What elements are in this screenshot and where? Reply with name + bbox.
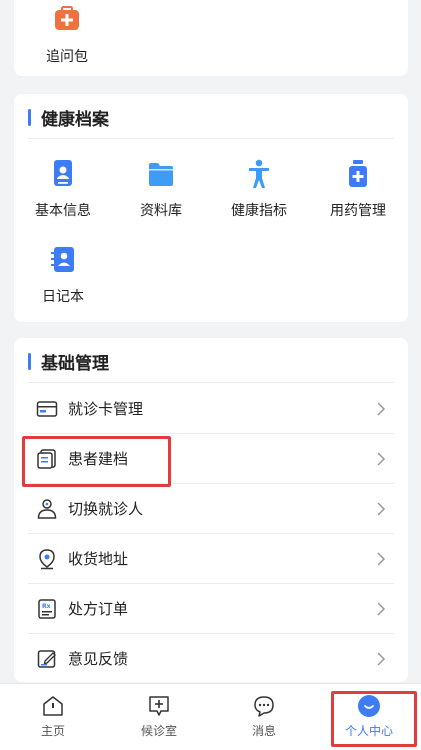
row-visit-card[interactable]: 就诊卡管理 [28, 384, 394, 434]
grid-item-medication[interactable]: 用药管理 [313, 158, 403, 220]
user-icon [37, 498, 57, 519]
row-shipping-address[interactable]: 收货地址 [28, 534, 394, 584]
tab-messages[interactable]: 消息 [229, 684, 299, 750]
health-records-card: 健康档案 基本信息 资料库 健康指标 用药管理 日记本 [14, 94, 408, 322]
row-label: 切换就诊人 [68, 500, 144, 518]
row-label: 就诊卡管理 [68, 400, 144, 418]
health-records-header: 健康档案 [28, 104, 109, 130]
basic-management-card: 基础管理 就诊卡管理 患者建档 切换就诊人 收货地址 Rx 处方订单 意见反馈 [14, 338, 408, 682]
grid-item-library[interactable]: 资料库 [116, 158, 206, 220]
card-icon [36, 400, 58, 417]
tab-label: 主页 [40, 724, 65, 738]
prescription-icon: Rx [38, 598, 56, 619]
tab-profile[interactable]: 个人中心 [334, 684, 404, 750]
grid-item-label: 用药管理 [330, 203, 386, 219]
grid-item-label: 资料库 [140, 203, 182, 219]
grid-item-label: 日记本 [42, 289, 84, 305]
waiting-room-icon [149, 696, 169, 716]
folder-icon [149, 163, 173, 186]
feedback-icon [37, 649, 56, 668]
grid-item-basic-info[interactable]: 基本信息 [18, 158, 108, 220]
basic-management-header: 基础管理 [28, 348, 109, 374]
chevron-right-icon [377, 651, 386, 666]
medical-kit-icon [55, 6, 79, 30]
row-label: 处方订单 [68, 600, 129, 618]
divider [28, 138, 394, 139]
consult-pack-label: 追问包 [46, 49, 88, 65]
row-label: 患者建档 [68, 450, 129, 468]
consult-pack-card: 追问包 [14, 0, 408, 76]
tab-label: 候诊室 [140, 724, 177, 738]
chevron-right-icon [377, 601, 386, 616]
location-icon [39, 548, 55, 569]
profile-icon [358, 695, 380, 717]
chevron-right-icon [377, 501, 386, 516]
grid-item-health-metrics[interactable]: 健康指标 [214, 158, 304, 220]
row-label: 意见反馈 [68, 650, 129, 668]
row-patient-record[interactable]: 患者建档 [28, 434, 394, 484]
home-icon [43, 696, 63, 716]
chevron-right-icon [377, 401, 386, 416]
tab-label: 个人中心 [344, 724, 393, 738]
chevron-right-icon [377, 551, 386, 566]
tab-label: 消息 [251, 724, 276, 738]
health-records-title: 健康档案 [41, 109, 109, 130]
row-feedback[interactable]: 意见反馈 [28, 634, 394, 683]
row-label: 收货地址 [68, 550, 129, 568]
id-card-icon [54, 160, 72, 186]
medicine-bottle-icon [349, 160, 367, 187]
grid-item-label: 基本信息 [35, 203, 91, 219]
document-icon [37, 448, 56, 469]
divider [28, 382, 394, 383]
diary-icon [51, 247, 74, 272]
tab-waiting-room[interactable]: 候诊室 [124, 684, 194, 750]
svg-text:Rx: Rx [42, 603, 51, 610]
row-prescription-order[interactable]: Rx 处方订单 [28, 584, 394, 634]
consult-pack-item[interactable]: 追问包 [22, 4, 112, 66]
grid-item-diary[interactable]: 日记本 [18, 244, 108, 306]
grid-item-label: 健康指标 [231, 203, 287, 219]
bottom-tab-bar: 主页 候诊室 消息 个人中心 [0, 683, 421, 750]
section-accent-bar [28, 352, 31, 370]
basic-management-title: 基础管理 [41, 353, 109, 374]
person-body-icon [249, 159, 269, 188]
row-switch-patient[interactable]: 切换就诊人 [28, 484, 394, 534]
section-accent-bar [28, 108, 31, 126]
message-icon [254, 696, 274, 717]
chevron-right-icon [377, 451, 386, 466]
tab-home[interactable]: 主页 [18, 684, 88, 750]
